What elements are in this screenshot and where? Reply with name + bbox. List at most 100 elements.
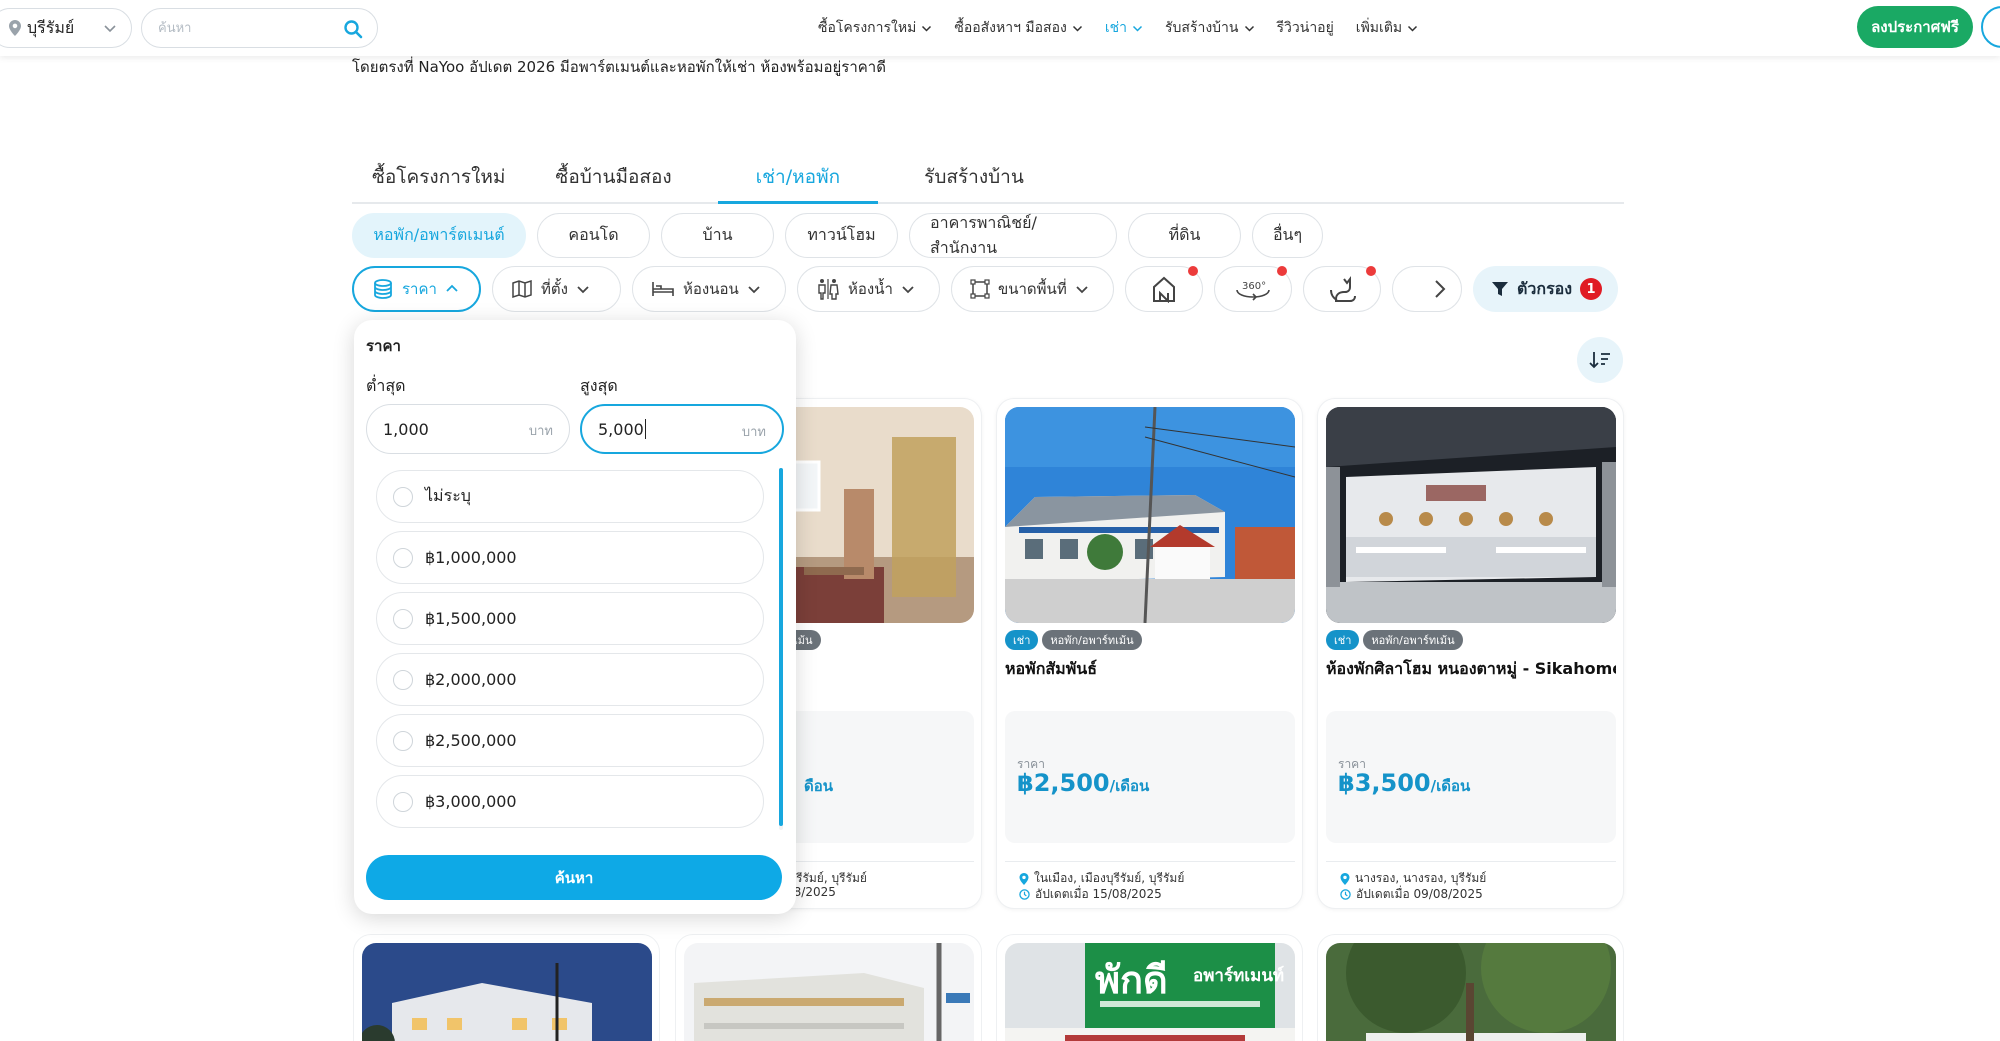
svg-text:360°: 360° (1242, 281, 1266, 292)
chevron-down-icon (1408, 25, 1418, 32)
radio-button[interactable] (393, 730, 413, 751)
price-per: /เดือน (1109, 777, 1150, 795)
search-icon[interactable] (343, 19, 363, 39)
radio-button[interactable] (393, 547, 413, 568)
price-value: ฿3,500 (1338, 769, 1431, 797)
radio-button[interactable] (393, 669, 413, 690)
360-view-icon: 360° (1236, 281, 1270, 301)
new-home-toggle[interactable] (1125, 266, 1203, 312)
listing-title[interactable]: หอพักสัมพันธ์ (1005, 657, 1295, 682)
chevron-down-icon (1244, 25, 1254, 32)
search-box (141, 8, 378, 48)
post-free-button[interactable]: ลงประกาศฟรี (1857, 6, 1973, 48)
funnel-icon (1492, 282, 1508, 296)
area-icon (970, 279, 990, 299)
rent-tag: เช่า (1005, 630, 1039, 650)
radio-button[interactable] (393, 486, 413, 507)
map-pin-icon (1019, 872, 1029, 885)
nav-resale[interactable]: ซื้ออสังหาฯ มือสอง (954, 17, 1083, 39)
main-nav: ซื้อโครงการใหม่ ซื้ออสังหาฯ มือสอง เช่า … (818, 0, 1440, 56)
map-pin-icon (9, 20, 21, 36)
all-filters-label: ตัวกรอง (1517, 278, 1573, 298)
area-filter-label: ขนาดพื้นที่ (998, 280, 1067, 298)
price-search-button[interactable]: ค้นหา (366, 855, 782, 900)
chip-condo[interactable]: คอนโด (537, 213, 650, 258)
search-input[interactable] (158, 20, 328, 36)
listing-card[interactable]: พักดี อพาร์ทเมนท์ (996, 934, 1303, 1041)
property-type-chips: หอพัก/อพาร์ตเมนต์ คอนโด บ้าน ทาวน์โฮม อา… (352, 213, 1323, 258)
options-scrollbar[interactable] (779, 468, 783, 830)
tab-resale-homes[interactable]: ซื้อบ้านมือสอง (535, 150, 691, 202)
radio-button[interactable] (393, 608, 413, 629)
price-filter[interactable]: ราคา (352, 266, 481, 312)
listing-title[interactable]: ห้องพักศิลาโฮม หนองตาหมู่ - Sikahome (1326, 657, 1616, 682)
chip-townhome[interactable]: ทาวน์โฮม (785, 213, 898, 258)
listing-card[interactable]: เช่า หอพัก/อพาร์ทเม้น ห้องพักศิลาโฮม หนอ… (1317, 398, 1624, 909)
sign-big-text: พักดี (1095, 958, 1168, 1002)
all-filters-button[interactable]: ตัวกรอง 1 (1473, 266, 1619, 312)
price-option[interactable]: ฿2,500,000 (376, 714, 764, 767)
updated-text: อัปเดตเมื่อ 15/08/2025 (1035, 887, 1162, 901)
sort-button[interactable] (1577, 337, 1623, 383)
listing-card[interactable] (1317, 934, 1624, 1041)
price-option[interactable]: ไม่ระบุ (376, 470, 764, 523)
new-indicator-dot (1277, 266, 1287, 276)
price-option[interactable]: ฿1,500,000 (376, 592, 764, 645)
price-per: /เดือน (1430, 777, 1471, 795)
listing-photo (1326, 407, 1616, 623)
nav-more[interactable]: เพิ่มเติม (1356, 17, 1418, 39)
price-value: ฿2,500 (1017, 769, 1110, 797)
chip-dorm-apartment[interactable]: หอพัก/อพาร์ตเมนต์ (352, 213, 526, 258)
listing-photo: พักดี อพาร์ทเมนท์ (1005, 943, 1295, 1041)
nav-build[interactable]: รับสร้างบ้าน (1165, 17, 1255, 39)
virtual-tour-toggle[interactable]: 360° (1214, 266, 1292, 312)
price-options-list: ไม่ระบุ ฿1,000,000 ฿1,500,000 ฿2,000,000… (376, 470, 774, 832)
chevron-down-icon (922, 25, 932, 32)
max-price-input[interactable]: 5,000 บาท (580, 404, 784, 454)
location-filter[interactable]: ที่ตั้ง (492, 266, 621, 312)
house-sign-icon (1153, 276, 1175, 303)
listing-tags: เช่า หอพัก/อพาร์ทเม้น (1005, 630, 1142, 650)
listing-card[interactable] (675, 934, 982, 1041)
area-filter[interactable]: ขนาดพื้นที่ (951, 266, 1114, 312)
nav-new-projects[interactable]: ซื้อโครงการใหม่ (818, 17, 932, 39)
listing-card[interactable] (353, 934, 660, 1041)
rent-tag: เช่า (1326, 630, 1360, 650)
tab-build-home[interactable]: รับสร้างบ้าน (904, 150, 1044, 202)
pet-friendly-toggle[interactable] (1303, 266, 1381, 312)
account-button[interactable] (1981, 6, 2000, 48)
min-price-unit: บาท (528, 424, 553, 439)
scrollbar-thumb[interactable] (779, 468, 783, 826)
chip-commercial[interactable]: อาคารพาณิชย์/สำนักงาน (909, 213, 1117, 258)
radio-button[interactable] (393, 791, 413, 812)
bedroom-filter[interactable]: ห้องนอน (632, 266, 786, 312)
bathroom-filter[interactable]: ห้องน้ำ (797, 266, 940, 312)
listing-photo (684, 943, 974, 1041)
tab-new-projects[interactable]: ซื้อโครงการใหม่ (352, 150, 525, 202)
chip-house[interactable]: บ้าน (661, 213, 774, 258)
listing-tags: เช่า หอพัก/อพาร์ทเม้น (1326, 630, 1463, 650)
nav-reviews[interactable]: รีวิวน่าอยู่ (1277, 17, 1334, 39)
chevron-down-icon (577, 286, 589, 294)
new-indicator-dot (1188, 266, 1198, 276)
nav-rent[interactable]: เช่า (1105, 17, 1143, 39)
price-option[interactable]: ฿3,000,000 (376, 775, 764, 828)
listing-photo (1005, 407, 1295, 623)
text-caret (644, 419, 646, 439)
chevron-down-icon (902, 286, 914, 294)
listing-card[interactable]: เช่า หอพัก/อพาร์ทเม้น หอพักสัมพันธ์ ราคา… (996, 398, 1303, 909)
chip-other[interactable]: อื่นๆ (1252, 213, 1323, 258)
new-indicator-dot (1366, 266, 1376, 276)
bathroom-filter-label: ห้องน้ำ (848, 280, 893, 298)
location-select[interactable]: บุรีรัมย์ (0, 8, 132, 48)
price-option[interactable]: ฿1,000,000 (376, 531, 764, 584)
chevron-up-icon (446, 284, 458, 292)
filter-scroll-right[interactable] (1392, 266, 1462, 312)
chip-land[interactable]: ที่ดิน (1128, 213, 1241, 258)
bed-icon (652, 282, 674, 296)
price-option[interactable]: ฿2,000,000 (376, 653, 764, 706)
min-price-input[interactable]: 1,000 บาท (366, 404, 570, 454)
tab-rent-dorm[interactable]: เช่า/หอพัก (717, 150, 879, 204)
filter-count-badge: 1 (1580, 278, 1603, 300)
nav-label: รับสร้างบ้าน (1165, 20, 1239, 36)
